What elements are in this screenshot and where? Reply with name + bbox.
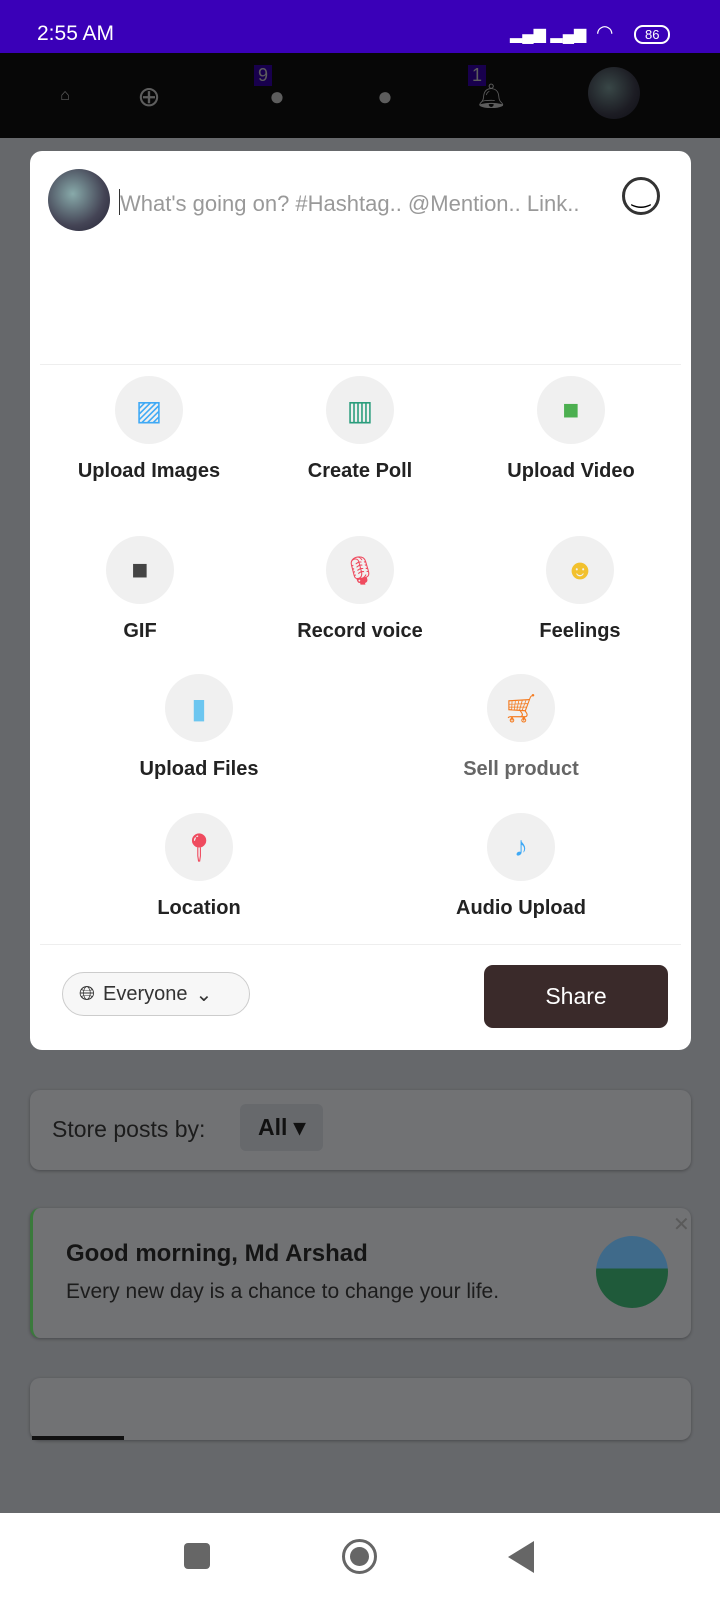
action-upload-video[interactable]: ■ Upload Video [471, 376, 671, 483]
image-icon: ▨ [115, 376, 183, 444]
battery-indicator: 86 [634, 25, 671, 44]
status-bar: 2:55 AM ▂▄▆ ▂▄▆ ◠ 86 [0, 0, 720, 53]
action-label: Create Poll [307, 460, 413, 482]
store-filter-dropdown[interactable]: All ▾ [240, 1104, 324, 1151]
greeting-card: Good morning, Md Arshad Every new day is… [30, 1208, 691, 1338]
share-button[interactable]: Share [484, 965, 668, 1028]
home-button[interactable] [342, 1539, 377, 1574]
action-upload-images[interactable]: ▨ Upload Images [49, 376, 249, 483]
action-label: Upload Images [77, 460, 221, 482]
signal-icon: ▂▄▆ ▂▄▆ [510, 26, 587, 43]
store-filter-value: All [258, 1114, 288, 1140]
music-note-icon: ♪ [487, 813, 555, 881]
back-button[interactable] [508, 1541, 534, 1573]
divider [40, 364, 681, 365]
privacy-selector[interactable]: 🌐︎ Everyone ⌄ [62, 972, 250, 1016]
store-label: Store posts by: [52, 1116, 206, 1142]
privacy-value: Everyone [103, 982, 188, 1005]
clock: 2:55 AM [37, 22, 115, 45]
location-pin-icon: 📍︎ [165, 813, 233, 881]
action-sell-product[interactable]: 🛒︎ Sell product [421, 674, 621, 781]
landscape-illustration-icon [596, 1236, 668, 1308]
action-create-poll[interactable]: ▥ Create Poll [260, 376, 460, 483]
greeting-text: Every new day is a chance to change your… [66, 1280, 500, 1303]
greeting-title: Good morning, Md Arshad [66, 1240, 368, 1267]
active-tab-indicator [32, 1436, 124, 1440]
recents-button[interactable] [184, 1543, 210, 1569]
action-upload-files[interactable]: ▮ Upload Files [99, 674, 299, 781]
system-navigation-bar [0, 1513, 720, 1600]
divider [40, 944, 681, 945]
chevron-down-icon: ⌄ [195, 983, 213, 1006]
modal-backdrop[interactable] [0, 53, 720, 138]
action-record-voice[interactable]: 🎙︎ Record voice [260, 536, 460, 643]
create-post-modal: What's going on? #Hashtag.. @Mention.. L… [30, 151, 691, 1050]
emoji-button[interactable]: ‿ [622, 177, 660, 215]
microphone-icon: 🎙︎ [326, 536, 394, 604]
action-label: Audio Upload [456, 897, 586, 919]
action-label: Sell product [463, 758, 579, 780]
video-icon: ■ [537, 376, 605, 444]
smiley-icon: ☻ [546, 536, 614, 604]
action-feelings[interactable]: ☻ Feelings [480, 536, 680, 643]
action-audio-upload[interactable]: ♪ Audio Upload [421, 813, 621, 920]
briefcase-icon: ■ [106, 536, 174, 604]
action-label: GIF [123, 620, 157, 642]
action-label: Location [157, 897, 241, 919]
post-filter-tabs [30, 1378, 691, 1440]
user-avatar [48, 169, 110, 231]
action-gif[interactable]: ■ GIF [40, 536, 240, 643]
globe-icon: 🌐︎ [79, 982, 95, 1005]
close-icon[interactable]: ✕ [673, 1212, 690, 1237]
action-location[interactable]: 📍︎ Location [99, 813, 299, 920]
action-label: Upload Video [507, 460, 635, 482]
action-label: Upload Files [139, 758, 259, 780]
file-icon: ▮ [165, 674, 233, 742]
store-filter-card: Store posts by: All ▾ [30, 1090, 691, 1170]
cart-icon: 🛒︎ [487, 674, 555, 742]
poll-icon: ▥ [326, 376, 394, 444]
action-label: Record voice [297, 620, 423, 642]
post-text-input[interactable]: What's going on? #Hashtag.. @Mention.. L… [120, 183, 590, 225]
wifi-icon: ◠ [596, 22, 614, 44]
action-label: Feelings [539, 620, 621, 642]
